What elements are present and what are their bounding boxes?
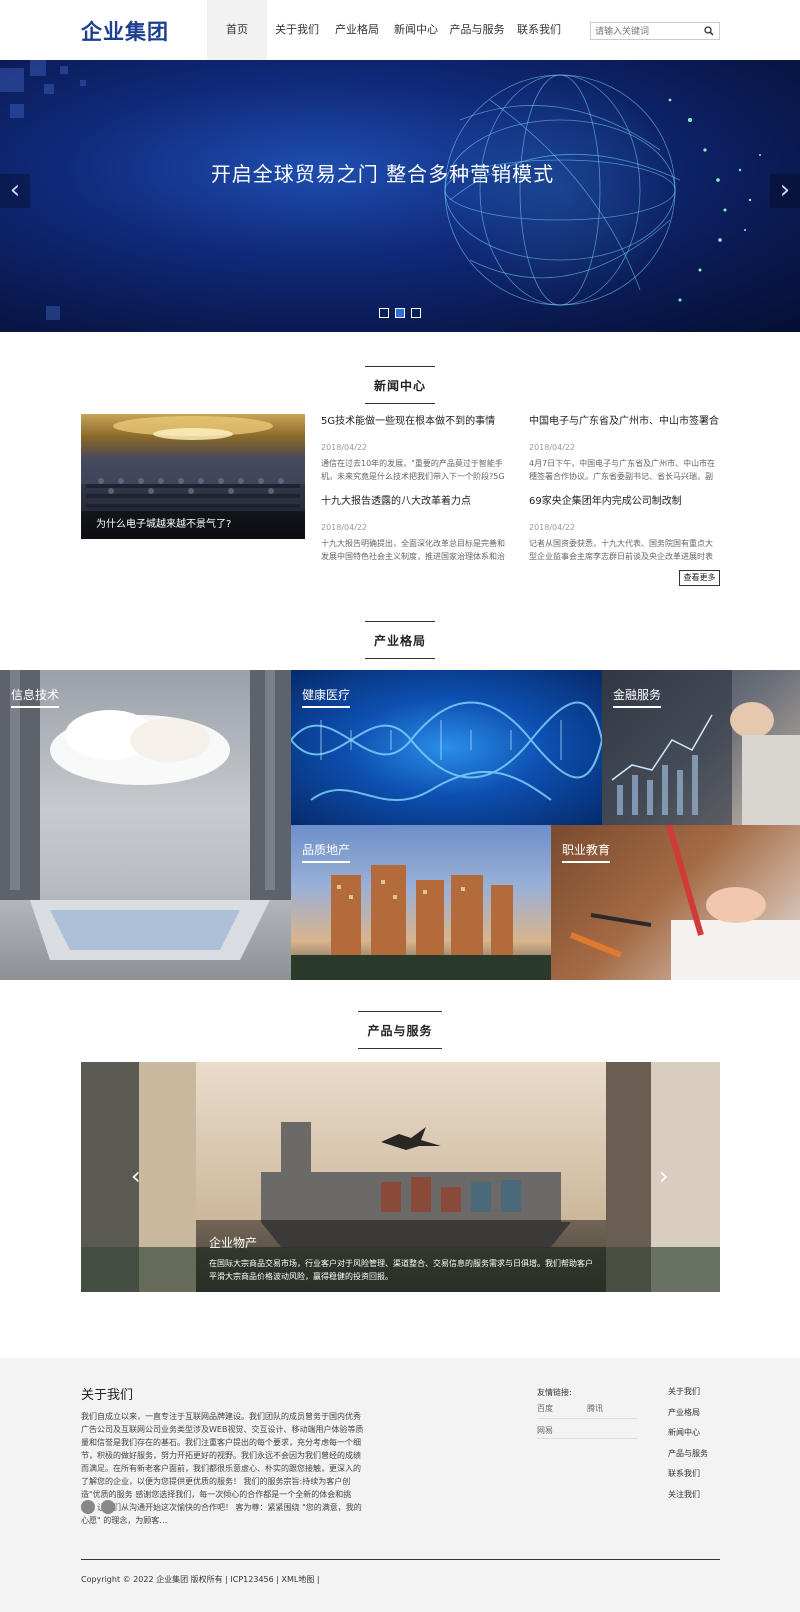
copyright-text: Copyright © 2022 企业集团 版权所有 | ICP123456 |… [81,1575,320,1584]
news-title[interactable]: 十九大报告透露的八大改革着力点 [321,492,511,507]
footer-nav-industry[interactable]: 产业格局 [668,1407,708,1428]
decor-square [46,306,60,320]
news-item[interactable]: 5G技术能做一些现在根本做不到的事情 2018/04/22 通信在过去10年的发… [321,412,511,492]
footer-nav-contact[interactable]: 联系我们 [668,1468,708,1489]
industry-label-finance: 金融服务 [613,686,662,708]
nav-item-home[interactable]: 首页 [207,0,267,60]
friend-links-title: 友情链接: [537,1388,572,1397]
nav-item-products[interactable]: 产品与服务 [445,0,509,60]
news-heading: 新闻中心 [0,366,800,404]
decor-square [30,60,46,76]
wechat-icon[interactable] [101,1500,115,1514]
industry-tile-finance[interactable]: 金融服务 [602,670,800,825]
news-item[interactable]: 69家央企集团年内完成公司制改制 2018/04/22 记者从国资委获悉，十九大… [529,492,719,572]
footer-nav-about[interactable]: 关于我们 [668,1386,708,1407]
banner-dot[interactable] [379,308,389,318]
industry-tile-health[interactable]: 健康医疗 [291,670,602,825]
friend-link[interactable]: 网易 [537,1425,553,1436]
industry-tile-education[interactable]: 职业教育 [551,825,800,980]
footer-nav: 关于我们 产业格局 新闻中心 产品与服务 联系我们 关注我们 [668,1386,708,1509]
decor-square [44,84,54,94]
main-nav: 首页 关于我们 产业格局 新闻中心 产品与服务 联系我们 [207,0,569,60]
news-item[interactable]: 中国电子与广东省及广州市、中山市签署合作协 2018/04/22 4月7日下午，… [529,412,719,492]
product-description: 在国际大宗商品交易市场，行业客户对于风险管理、渠道整合、交易信息的服务需求与日俱… [209,1259,593,1281]
weibo-icon[interactable] [81,1500,95,1514]
industry-label-it: 信息技术 [11,686,60,708]
products-next-arrow[interactable]: › [659,1162,669,1190]
news-date: 2018/04/22 [321,523,368,532]
friend-links-row: 网易 [537,1419,637,1439]
site-header: 企业集团 首页 关于我们 产业格局 新闻中心 产品与服务 联系我们 [0,0,800,60]
industry-heading: 产业格局 [0,621,800,659]
banner-dot[interactable] [411,308,421,318]
news-title[interactable]: 5G技术能做一些现在根本做不到的事情 [321,412,511,427]
globe-graphic [440,70,761,310]
products-heading: 产品与服务 [0,1011,800,1049]
products-prev-arrow[interactable]: ‹ [131,1162,141,1190]
decor-square [60,66,68,74]
featured-news-caption[interactable]: 为什么电子城越来越不景气了? [81,511,305,539]
nav-item-contact[interactable]: 联系我们 [509,0,569,60]
banner-dot-active[interactable] [395,308,405,318]
nav-item-news[interactable]: 新闻中心 [387,0,445,60]
friend-links-row: 百度 腾讯 [537,1399,637,1419]
product-title: 企业物产 [209,1236,258,1250]
industry-tile-realestate[interactable]: 品质地产 [291,825,551,980]
site-logo[interactable]: 企业集团 [81,16,169,46]
news-title[interactable]: 中国电子与广东省及广州市、中山市签署合作协 [529,412,719,427]
friend-link[interactable]: 腾讯 [587,1403,603,1414]
site-footer: 关于我们 我们自成立以来，一直专注于互联网品牌建设。我们团队的成员曾务于国内优秀… [0,1358,800,1612]
search-box [590,22,720,40]
news-column-left: 5G技术能做一些现在根本做不到的事情 2018/04/22 通信在过去10年的发… [321,412,511,572]
hero-banner: 开启全球贸易之门 整合多种营销模式 ‹ › [0,60,800,332]
banner-next-arrow[interactable]: › [770,174,800,208]
industry-tile-it[interactable]: 信息技术 [0,670,291,980]
news-summary: 通信在过去10年的发展，"重要的产品莫过于智能手机。未来究竟是什么技术把我们带入… [321,459,505,481]
news-summary: 4月7日下午，中国电子与广东省及广州市、中山市在穗签署合作协议。广东省委副书记、… [529,459,716,481]
footer-about-text: 我们自成立以来，一直专注于互联网品牌建设。我们团队的成员曾务于国内优秀广告公司及… [81,1412,364,1525]
news-title[interactable]: 69家央企集团年内完成公司制改制 [529,492,719,507]
news-summary: 十九大报告明确提出，全面深化改革总目标是完善和发展中国特色社会主义制度，推进国家… [321,539,505,561]
search-icon[interactable] [704,26,714,36]
industry-label-education: 职业教育 [562,841,611,863]
search-input[interactable] [591,24,699,40]
product-caption[interactable]: 企业物产 在国际大宗商品交易市场，行业客户对于风险管理、渠道整合、交易信息的服务… [196,1220,606,1292]
footer-about-title: 关于我们 [81,1388,134,1403]
server-cloud-image [0,670,291,960]
banner-title: 开启全球贸易之门 整合多种营销模式 [210,162,555,186]
decor-square [0,68,24,92]
banner-prev-arrow[interactable]: ‹ [0,174,30,208]
news-date: 2018/04/22 [529,443,576,452]
news-featured-image[interactable]: 为什么电子城越来越不景气了? [81,414,305,539]
news-date: 2018/04/22 [321,443,368,452]
industry-label-health: 健康医疗 [302,686,351,708]
footer-nav-news[interactable]: 新闻中心 [668,1427,708,1448]
decor-square [10,104,24,118]
footer-nav-products[interactable]: 产品与服务 [668,1448,708,1469]
nav-item-about[interactable]: 关于我们 [267,0,327,60]
footer-divider [81,1559,720,1560]
products-carousel: ‹ › 企业物产 在国际大宗商品交易市场，行业客户对于风险管理、渠道整合、交易信… [81,1062,720,1292]
banner-pagination [379,308,421,318]
nav-item-industry[interactable]: 产业格局 [327,0,387,60]
news-date: 2018/04/22 [529,523,576,532]
footer-nav-follow[interactable]: 关注我们 [668,1489,708,1510]
view-more-button[interactable]: 查看更多 [679,570,720,586]
decor-square [80,80,86,86]
industry-label-realestate: 品质地产 [302,841,351,863]
friend-link[interactable]: 百度 [537,1403,553,1414]
news-column-right: 中国电子与广东省及广州市、中山市签署合作协 2018/04/22 4月7日下午，… [529,412,719,572]
news-item[interactable]: 十九大报告透露的八大改革着力点 2018/04/22 十九大报告明确提出，全面深… [321,492,511,572]
news-summary: 记者从国资委获悉，十九大代表、国务院国有重点大型企业监事会主席李志群日前谈及央企… [529,539,713,561]
